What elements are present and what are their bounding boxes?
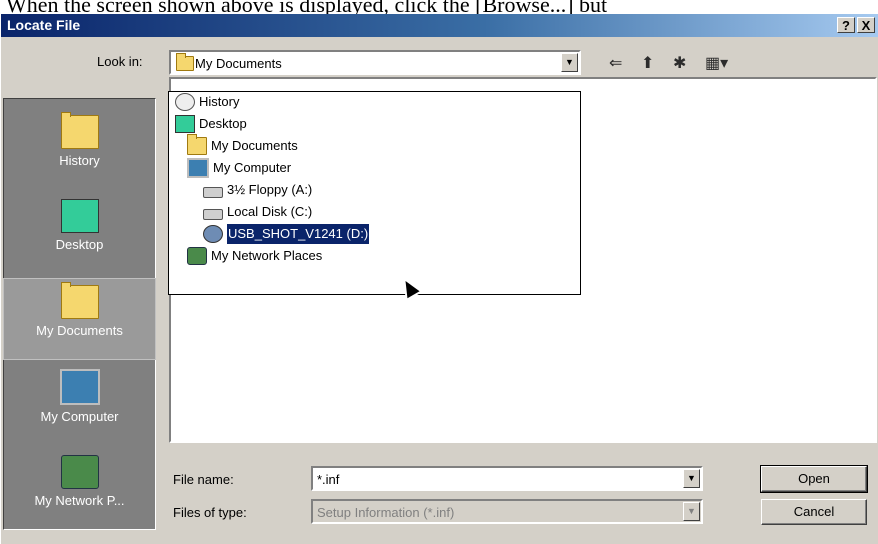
view-menu-icon[interactable]: ▦▾ [705, 53, 728, 73]
dropdown-item-usb-drive[interactable]: USB_SHOT_V1241 (D:) [203, 223, 371, 245]
hard-disk-icon [203, 208, 223, 220]
open-button[interactable]: Open [760, 465, 868, 493]
dropdown-arrow-icon[interactable]: ▼ [683, 469, 700, 488]
dropdown-item-label: USB_SHOT_V1241 (D:) [225, 223, 371, 245]
my-documents-icon [176, 53, 194, 71]
help-button[interactable]: ? [837, 17, 855, 33]
usb-drive-icon [203, 225, 223, 243]
history-icon [175, 93, 195, 111]
network-places-icon [187, 247, 207, 265]
look-in-combo[interactable]: My Documents ▼ [169, 50, 581, 75]
places-bar: History Desktop My Documents My Computer… [3, 98, 156, 530]
look-in-value: My Documents [195, 56, 282, 71]
place-label: Desktop [55, 237, 104, 252]
place-network[interactable]: My Network P... [4, 455, 155, 508]
files-of-type-select[interactable]: Setup Information (*.inf) ▼ [311, 499, 703, 524]
dropdown-item-label: My Network Places [211, 248, 323, 263]
dropdown-item-history[interactable]: History [175, 92, 239, 112]
floppy-icon [203, 186, 223, 198]
dropdown-item-desktop[interactable]: Desktop [175, 114, 247, 134]
file-name-value: *.inf [317, 472, 340, 487]
place-label: My Network P... [34, 493, 125, 508]
close-button[interactable]: X [857, 17, 875, 33]
dropdown-item-label: Desktop [199, 116, 247, 131]
files-of-type-label: Files of type: [173, 505, 247, 520]
file-name-label: File name: [173, 472, 234, 487]
dropdown-item-network[interactable]: My Network Places [187, 246, 322, 266]
dropdown-item-label: My Documents [211, 138, 298, 153]
look-in-label: Look in: [97, 54, 143, 69]
back-arrow-icon[interactable]: ⇐ [609, 53, 622, 73]
place-my-computer[interactable]: My Computer [4, 369, 155, 424]
place-label: My Documents [36, 323, 123, 338]
dropdown-item-label: 3½ Floppy (A:) [227, 182, 313, 197]
file-name-input[interactable]: *.inf ▼ [311, 466, 703, 491]
my-documents-icon [187, 134, 207, 155]
dropdown-arrow-icon[interactable]: ▼ [561, 53, 578, 72]
title-bar[interactable]: Locate File ? X [1, 14, 878, 37]
desktop-icon [60, 199, 99, 233]
up-folder-icon[interactable]: ⬆ [641, 53, 654, 73]
place-label: History [59, 153, 100, 168]
place-history[interactable]: History [4, 112, 155, 168]
dialog-title: Locate File [7, 17, 81, 33]
network-places-icon [60, 455, 99, 489]
my-documents-icon [60, 282, 99, 319]
dropdown-item-label: History [199, 94, 240, 109]
new-folder-icon[interactable]: ✱ [673, 53, 686, 73]
dropdown-arrow-icon[interactable]: ▼ [683, 502, 700, 521]
place-my-documents[interactable]: My Documents [3, 278, 156, 360]
dropdown-item-my-computer[interactable]: My Computer [187, 158, 291, 178]
dropdown-item-label: My Computer [213, 160, 292, 175]
my-computer-icon [187, 158, 209, 178]
desktop-icon [175, 115, 195, 133]
dropdown-item-floppy[interactable]: 3½ Floppy (A:) [203, 180, 312, 200]
dropdown-item-my-documents[interactable]: My Documents [187, 134, 298, 156]
place-label: My Computer [40, 409, 119, 424]
place-desktop[interactable]: Desktop [4, 199, 155, 252]
my-computer-icon [59, 369, 100, 405]
history-icon [60, 112, 99, 149]
cancel-button[interactable]: Cancel [761, 499, 867, 525]
dropdown-item-label: Local Disk (C:) [227, 204, 313, 219]
locate-file-dialog: Locate File ? X Look in: My Documents ▼ … [0, 14, 878, 544]
look-in-dropdown-list: History Desktop My Documents My Computer… [168, 91, 581, 295]
dropdown-item-local-disk[interactable]: Local Disk (C:) [203, 202, 312, 222]
files-of-type-value: Setup Information (*.inf) [317, 505, 455, 520]
